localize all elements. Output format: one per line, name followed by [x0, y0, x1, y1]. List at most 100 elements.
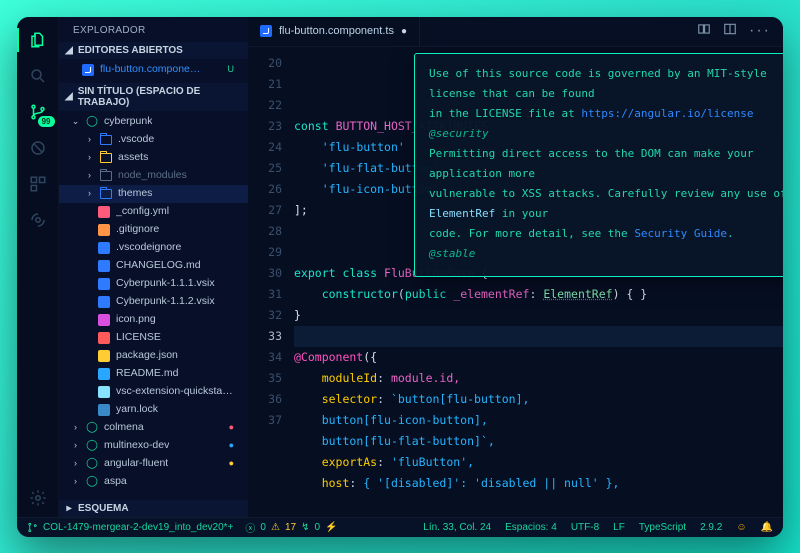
- status-branch[interactable]: COL-1479-mergear-2-dev19_into_dev20*+: [27, 522, 233, 533]
- bell-icon[interactable]: 🔔: [761, 522, 773, 533]
- status-position[interactable]: Lín. 33, Col. 24: [423, 522, 491, 533]
- folder-item[interactable]: ›assets: [59, 149, 248, 167]
- status-sync: 0: [314, 522, 320, 533]
- feedback-icon[interactable]: ☺: [736, 522, 746, 533]
- hover-text: Permitting direct access to the DOM can …: [429, 147, 754, 180]
- file-label: vsc-extension-quicksta…: [116, 384, 233, 399]
- status-version[interactable]: 2.9.2: [700, 522, 722, 533]
- folder-item[interactable]: ›node_modules: [59, 167, 248, 185]
- chevron-right-icon: ›: [85, 150, 94, 165]
- hover-link[interactable]: Security Guide: [634, 227, 727, 240]
- folder-root-sibling[interactable]: ›◯aspa: [59, 473, 248, 491]
- scm-dot-icon: ●: [229, 438, 240, 453]
- file-icon: [97, 205, 111, 219]
- tab-active[interactable]: flu-button.component.ts ●: [248, 17, 420, 46]
- line-number: 28: [248, 221, 282, 242]
- file-item[interactable]: icon.png: [59, 311, 248, 329]
- file-item[interactable]: Cyberpunk-1.1.2.vsix: [59, 293, 248, 311]
- activity-debug[interactable]: [17, 139, 59, 157]
- activity-settings[interactable]: [17, 489, 59, 507]
- file-item[interactable]: .vscodeignore: [59, 239, 248, 257]
- file-item[interactable]: README.md: [59, 365, 248, 383]
- tab-label: flu-button.component.ts: [279, 25, 394, 37]
- code-line[interactable]: button[flu-flat-button]`,: [294, 431, 783, 452]
- file-item[interactable]: yarn.lock: [59, 401, 248, 419]
- folder-label: .vscode: [118, 132, 154, 147]
- folder-root-label: cyberpunk: [104, 114, 152, 129]
- file-item[interactable]: vsc-extension-quicksta…: [59, 383, 248, 401]
- activity-search[interactable]: [17, 67, 59, 85]
- code-area[interactable]: 202122232425262728293031323334353637 con…: [248, 47, 783, 517]
- file-item[interactable]: Cyberpunk-1.1.1.vsix: [59, 275, 248, 293]
- code-line[interactable]: constructor(public _elementRef: ElementR…: [294, 284, 783, 305]
- status-language[interactable]: TypeScript: [639, 522, 686, 533]
- sync-icon: ◯: [85, 439, 99, 453]
- chevron-right-icon: ›: [71, 456, 80, 471]
- file-icon: [97, 367, 111, 381]
- section-open-editors[interactable]: ◢ EDITORES ABIERTOS: [59, 42, 248, 59]
- branch-icon: [27, 522, 38, 533]
- chevron-right-icon: ›: [71, 474, 80, 489]
- file-item[interactable]: .gitignore: [59, 221, 248, 239]
- file-icon: [97, 241, 111, 255]
- file-icon: [97, 385, 111, 399]
- folder-root-sibling[interactable]: ›◯colmena●: [59, 419, 248, 437]
- files-icon: [29, 31, 47, 49]
- line-gutter: 202122232425262728293031323334353637: [248, 47, 294, 517]
- line-number: 33: [248, 326, 282, 347]
- status-problems[interactable]: ⓧ0 ⚠17 ↯0 ⚡: [245, 520, 337, 535]
- open-editor-item[interactable]: flu-button.compone… U: [59, 61, 248, 79]
- file-icon: [97, 403, 111, 417]
- section-workspace[interactable]: ◢ SIN TÍTULO (ESPACIO DE TRABAJO): [59, 83, 248, 111]
- code-line[interactable]: @Component({: [294, 347, 783, 368]
- extensions-icon: [29, 175, 47, 193]
- file-item[interactable]: CHANGELOG.md: [59, 257, 248, 275]
- folder-root-sibling[interactable]: ›◯angular-fluent●: [59, 455, 248, 473]
- status-branch-label: COL-1479-mergear-2-dev19_into_dev20*+: [43, 522, 233, 533]
- chevron-down-icon: ⌄: [71, 114, 80, 129]
- folder-icon: [99, 151, 113, 165]
- folder-icon: [99, 169, 113, 183]
- status-spaces[interactable]: Espacios: 4: [505, 522, 557, 533]
- line-number: 22: [248, 95, 282, 116]
- activity-explorer[interactable]: [17, 31, 59, 49]
- file-label: Cyberpunk-1.1.1.vsix: [116, 276, 215, 291]
- file-label: README.md: [116, 366, 178, 381]
- code-line[interactable]: moduleId: module.id,: [294, 368, 783, 389]
- file-item[interactable]: LICENSE: [59, 329, 248, 347]
- folder-item[interactable]: ›.vscode: [59, 131, 248, 149]
- dirty-dot-icon: ●: [401, 26, 407, 37]
- folder-item-selected[interactable]: ›themes: [59, 185, 248, 203]
- section-outline[interactable]: ▸ ESQUEMA: [59, 500, 248, 517]
- file-item[interactable]: package.json: [59, 347, 248, 365]
- activity-scm[interactable]: 99: [17, 103, 59, 121]
- window-body: 99 EXPLORADOR ◢ EDITORES ABIERTOS: [17, 17, 783, 517]
- hover-link[interactable]: https://angular.io/license: [581, 107, 753, 120]
- code-line[interactable]: button[flu-icon-button],: [294, 410, 783, 431]
- more-icon[interactable]: ···: [749, 22, 771, 40]
- code-line[interactable]: exportAs: 'fluButton',: [294, 452, 783, 473]
- file-item[interactable]: _config.yml: [59, 203, 248, 221]
- status-encoding[interactable]: UTF-8: [571, 522, 599, 533]
- folder-icon: [99, 133, 113, 147]
- chevron-down-icon: ◢: [65, 91, 73, 102]
- code-line[interactable]: host: { '[disabled]': 'disabled || null'…: [294, 473, 783, 494]
- code-line[interactable]: selector: `button[flu-button],: [294, 389, 783, 410]
- activity-docker[interactable]: [17, 211, 59, 229]
- compare-icon[interactable]: [697, 22, 711, 41]
- status-eol[interactable]: LF: [613, 522, 625, 533]
- code-line[interactable]: }: [294, 305, 783, 326]
- folder-root-sibling[interactable]: ›◯multinexo-dev●: [59, 437, 248, 455]
- activity-extensions[interactable]: [17, 175, 59, 193]
- current-line-highlight: [294, 326, 783, 347]
- status-warnings: 17: [285, 522, 296, 533]
- folder-label: multinexo-dev: [104, 438, 169, 453]
- status-errors: 0: [260, 522, 266, 533]
- sync-icon: ◯: [85, 475, 99, 489]
- split-editor-icon[interactable]: [723, 22, 737, 41]
- error-icon: ⓧ: [245, 520, 255, 535]
- folder-icon: [99, 187, 113, 201]
- bolt-icon: ⚡: [325, 522, 337, 533]
- folder-label: colmena: [104, 420, 144, 435]
- folder-root[interactable]: ⌄ ◯ cyberpunk: [59, 113, 248, 131]
